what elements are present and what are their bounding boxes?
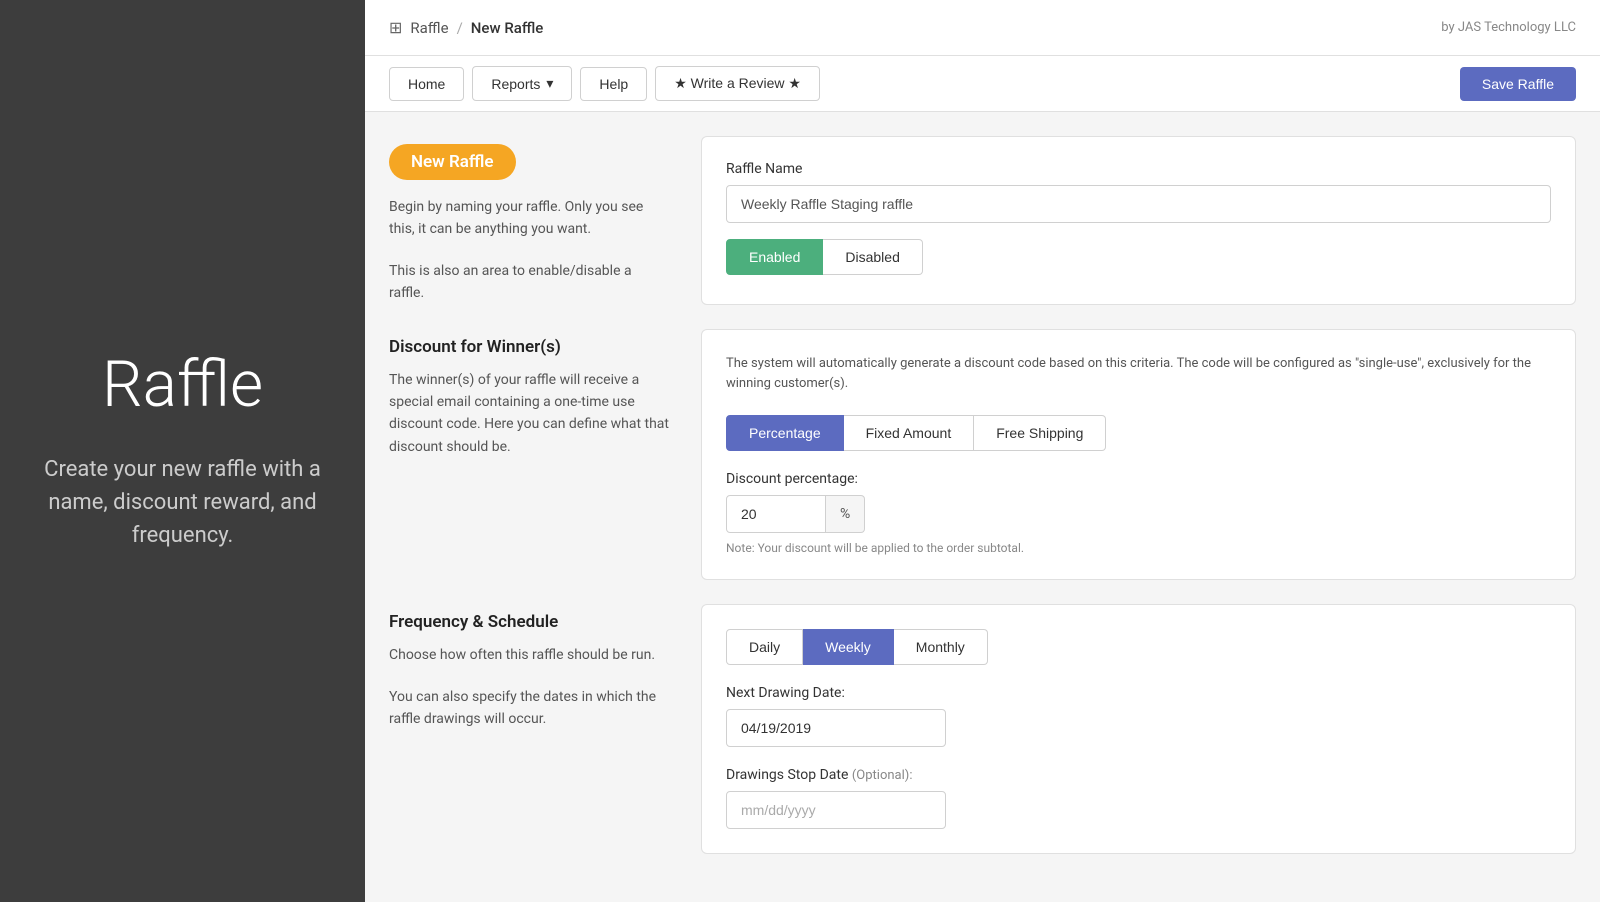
new-raffle-left: New Raffle Begin by naming your raffle. … (389, 136, 669, 305)
sidebar-title: Raffle (102, 350, 263, 420)
discount-desc: The winner(s) of your raffle will receiv… (389, 369, 669, 459)
breadcrumb-separator: / (457, 19, 463, 37)
new-raffle-badge: New Raffle (389, 144, 516, 180)
company-name: by JAS Technology LLC (1441, 20, 1576, 35)
enable-toggle-group: Enabled Disabled (726, 239, 1551, 275)
main-content: ⊞ Raffle / New Raffle by JAS Technology … (365, 0, 1600, 902)
sidebar-description: Create your new raffle with a name, disc… (40, 453, 325, 552)
weekly-button[interactable]: Weekly (803, 629, 894, 665)
raffle-name-label: Raffle Name (726, 161, 1551, 177)
next-drawing-input[interactable] (726, 709, 946, 747)
monthly-button[interactable]: Monthly (894, 629, 988, 665)
save-raffle-button[interactable]: Save Raffle (1460, 67, 1576, 101)
new-raffle-desc1: Begin by naming your raffle. Only you se… (389, 196, 669, 241)
disabled-button[interactable]: Disabled (823, 239, 922, 275)
help-button[interactable]: Help (580, 67, 647, 101)
content-area: New Raffle Begin by naming your raffle. … (365, 112, 1600, 902)
new-raffle-desc2: This is also an area to enable/disable a… (389, 260, 669, 305)
topbar-left: ⊞ Raffle / New Raffle (389, 18, 543, 37)
optional-label: (Optional): (852, 768, 913, 783)
frequency-right: Daily Weekly Monthly Next Drawing Date: … (701, 604, 1576, 854)
new-raffle-section: New Raffle Begin by naming your raffle. … (389, 136, 1576, 305)
daily-button[interactable]: Daily (726, 629, 803, 665)
navbar: Home Reports ▾ Help ★ Write a Review ★ S… (365, 56, 1600, 112)
frequency-title: Frequency & Schedule (389, 612, 669, 632)
discount-pct-label: Discount percentage: (726, 471, 1551, 487)
discount-pct-input[interactable] (726, 495, 826, 533)
discount-left: Discount for Winner(s) The winner(s) of … (389, 329, 669, 581)
frequency-desc1: Choose how often this raffle should be r… (389, 644, 669, 666)
free-shipping-button[interactable]: Free Shipping (974, 415, 1106, 451)
enabled-button[interactable]: Enabled (726, 239, 823, 275)
grid-icon: ⊞ (389, 18, 402, 37)
next-drawing-wrapper (726, 709, 1551, 747)
write-review-button[interactable]: ★ Write a Review ★ (655, 66, 820, 101)
frequency-desc2: You can also specify the dates in which … (389, 686, 669, 731)
home-button[interactable]: Home (389, 67, 464, 101)
discount-title: Discount for Winner(s) (389, 337, 669, 357)
discount-right: The system will automatically generate a… (701, 329, 1576, 581)
next-drawing-label: Next Drawing Date: (726, 685, 1551, 701)
breadcrumb-raffle-link[interactable]: Raffle (410, 19, 448, 37)
discount-pct-row: % (726, 495, 1551, 533)
reports-label: Reports (491, 76, 540, 92)
discount-section: Discount for Winner(s) The winner(s) of … (389, 329, 1576, 581)
sidebar: Raffle Create your new raffle with a nam… (0, 0, 365, 902)
fixed-amount-button[interactable]: Fixed Amount (844, 415, 975, 451)
topbar: ⊞ Raffle / New Raffle by JAS Technology … (365, 0, 1600, 56)
stop-date-input[interactable] (726, 791, 946, 829)
raffle-name-input[interactable] (726, 185, 1551, 223)
reports-button[interactable]: Reports ▾ (472, 66, 572, 101)
frequency-section: Frequency & Schedule Choose how often th… (389, 604, 1576, 854)
breadcrumb: ⊞ Raffle / New Raffle (389, 18, 543, 37)
stop-date-label: Drawings Stop Date (Optional): (726, 767, 1551, 783)
system-note: The system will automatically generate a… (726, 354, 1551, 396)
breadcrumb-current: New Raffle (471, 19, 544, 37)
new-raffle-right: Raffle Name Enabled Disabled (701, 136, 1576, 305)
frequency-group: Daily Weekly Monthly (726, 629, 1551, 665)
chevron-down-icon: ▾ (546, 75, 553, 92)
pct-suffix: % (826, 495, 865, 533)
pct-note: Note: Your discount will be applied to t… (726, 541, 1551, 555)
percentage-button[interactable]: Percentage (726, 415, 844, 451)
discount-type-group: Percentage Fixed Amount Free Shipping (726, 415, 1551, 451)
frequency-left: Frequency & Schedule Choose how often th… (389, 604, 669, 854)
